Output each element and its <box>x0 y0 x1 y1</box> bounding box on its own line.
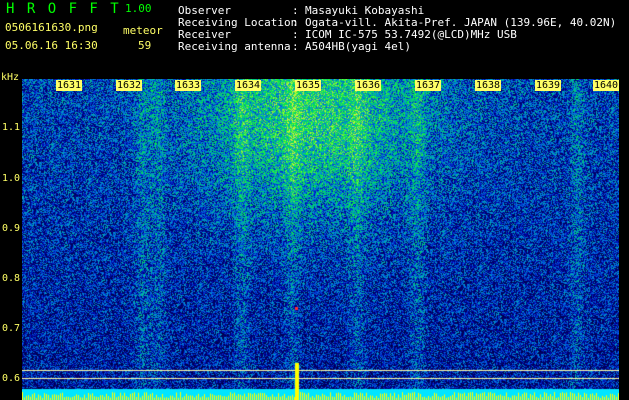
frequency-unit-label: kHz <box>1 72 20 83</box>
minute-label: 1640 <box>593 80 620 91</box>
event-count: 59 <box>138 39 152 52</box>
app-version: 1.00 <box>125 2 152 15</box>
minute-label: 1632 <box>116 80 143 91</box>
minute-label: 1639 <box>535 80 562 91</box>
minute-label: 1631 <box>56 80 83 91</box>
frequency-tick-label: 0.9 <box>2 223 21 234</box>
app-title: H R O F F T <box>6 1 121 17</box>
frequency-tick-label: 0.8 <box>2 273 21 284</box>
frequency-tick-label: 0.6 <box>2 373 21 384</box>
minute-label: 1633 <box>175 80 202 91</box>
minute-label: 1636 <box>355 80 382 91</box>
frequency-tick-label: 0.7 <box>2 323 21 334</box>
date-time: 05.06.16 16:30 <box>5 39 98 52</box>
minute-label: 1637 <box>415 80 442 91</box>
minute-label: 1638 <box>475 80 502 91</box>
frequency-tick-label: 1.1 <box>2 122 21 133</box>
antenna-label: Receiving antenna <box>178 40 291 53</box>
minute-label: 1634 <box>235 80 262 91</box>
file-name: 0506161630.png <box>5 21 98 34</box>
frequency-tick-label: 1.0 <box>2 173 21 184</box>
antenna-value: A504HB(yagi 4el) <box>305 40 411 53</box>
minute-label: 1635 <box>295 80 322 91</box>
colon: : <box>292 40 299 53</box>
event-label: meteor <box>123 24 163 37</box>
spectrogram-display <box>22 79 619 400</box>
